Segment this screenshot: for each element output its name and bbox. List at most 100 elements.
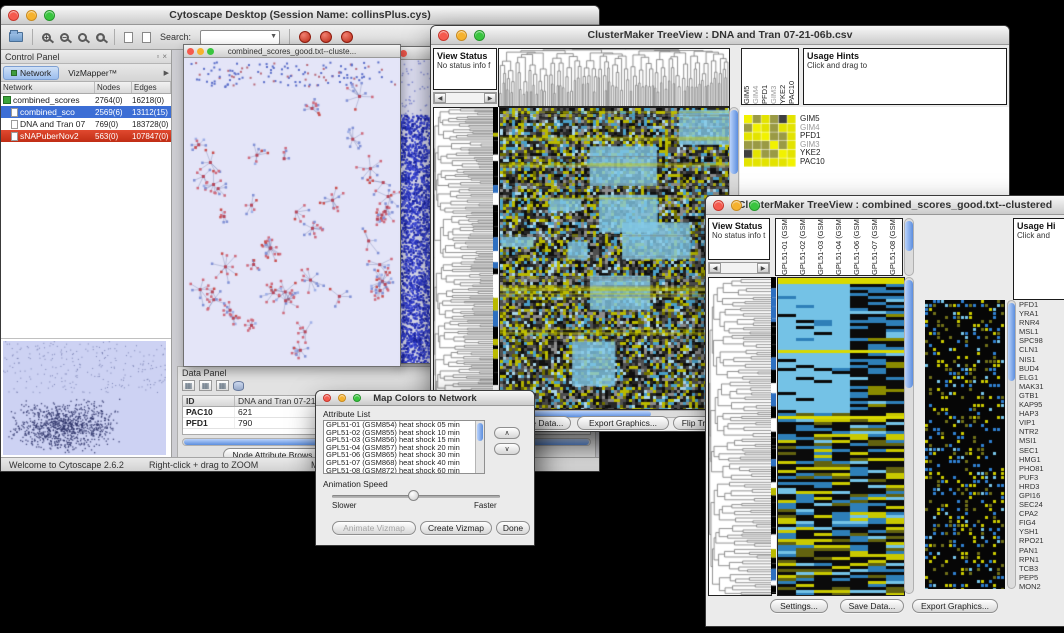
minimize-button[interactable] [731, 200, 742, 211]
attribute-grid-icon-2[interactable]: ▦ [199, 380, 212, 391]
tv1-leftdendro-canvas[interactable] [433, 107, 494, 410]
move-up-button[interactable]: ∧ [494, 427, 520, 439]
scroll-thumb[interactable] [905, 280, 913, 388]
scroll-thumb[interactable] [730, 110, 738, 174]
attribute-list-item[interactable]: GPL51-01 (GSM854) heat shock 05 min [324, 421, 484, 429]
tab-overflow-icon[interactable]: ▶ [164, 69, 169, 77]
zoom-button[interactable] [44, 10, 55, 21]
attribute-list-item[interactable]: GPL51-07 (GSM868) heat shock 40 min [324, 459, 484, 467]
tv2-rightheat-canvas[interactable] [925, 300, 1005, 589]
treeview-dna-titlebar[interactable]: ClusterMaker TreeView : DNA and Tran 07-… [431, 26, 1009, 45]
attribute-list-item[interactable]: GPL51-02 (GSM855) heat shock 10 min [324, 429, 484, 437]
zoom-in-icon[interactable]: + [42, 33, 51, 42]
scroll-track[interactable] [446, 93, 484, 103]
zoom-fit-icon[interactable] [78, 33, 87, 42]
dendro-scroll-strip[interactable]: ◀ ▶ [433, 92, 497, 104]
dropdown-icon[interactable]: ▼ [270, 33, 277, 40]
scroll-thumb[interactable] [1008, 303, 1015, 381]
close-button[interactable] [400, 50, 407, 57]
main-window-titlebar[interactable]: Cytoscape Desktop (Session Name: collins… [1, 6, 599, 25]
network-window-titlebar[interactable]: combined_scores_good.txt--cluste... [184, 45, 400, 58]
tv1-heatmap-canvas[interactable] [499, 107, 730, 410]
red-circle-icon-2[interactable] [320, 31, 332, 43]
dendro-scroll-strip[interactable]: ◀ ▶ [708, 262, 770, 274]
tv2-header-vscrollbar[interactable] [904, 218, 914, 276]
red-circle-icon-3[interactable] [341, 31, 353, 43]
scroll-thumb[interactable] [477, 423, 483, 441]
tv2-gene-list-item: HAP3 [1019, 409, 1064, 418]
minimize-button[interactable] [456, 30, 467, 41]
close-button[interactable] [713, 200, 724, 211]
close-button[interactable] [323, 394, 331, 402]
network-row-alert[interactable]: sNAPuberNov2 563(0) 107847(0) [1, 130, 171, 142]
usage-hints-title: Usage Hi [1017, 221, 1064, 231]
tv2-gene-list-item: MSI1 [1019, 436, 1064, 445]
tv1-matrix-canvas[interactable] [744, 115, 796, 167]
tab-vizmapper[interactable]: VizMapper™ [61, 67, 124, 79]
tab-network[interactable]: Network [3, 66, 59, 80]
tv2-right-vscrollbar[interactable] [1007, 300, 1016, 589]
tv1-topdendro-canvas[interactable] [498, 48, 730, 107]
faster-label: Faster [474, 501, 497, 510]
zoom-selected-icon[interactable]: □ [96, 33, 105, 42]
tv2-leftdendro-canvas[interactable] [708, 277, 772, 596]
attribute-list-scrollbar[interactable] [475, 421, 484, 473]
attribute-grid-icon-1[interactable]: ▦ [182, 380, 195, 391]
view-status-panel: View Status No status info t [708, 218, 770, 260]
animate-vizmap-button[interactable]: Animate Vizmap [332, 521, 416, 535]
tv1-column-labels-item: YKE2 [778, 49, 787, 104]
zoom-button[interactable] [353, 394, 361, 402]
open-session-icon[interactable] [9, 32, 23, 42]
export-graphics-button[interactable]: Export Graphics... [912, 599, 998, 613]
attribute-grid-icon-3[interactable]: ▦ [216, 380, 229, 391]
tv2-heatmap-canvas[interactable] [777, 277, 905, 596]
zoom-button[interactable] [474, 30, 485, 41]
treeview-combined-titlebar[interactable]: ClusterMaker TreeView : combined_scores_… [706, 196, 1064, 215]
database-icon[interactable] [233, 381, 244, 391]
network1-canvas[interactable] [184, 58, 400, 366]
scroll-right-icon[interactable]: ▶ [484, 93, 496, 103]
control-panel: Control Panel ▫ × Network VizMapper™ ▶ N… [1, 50, 172, 457]
tv1-column-labels-item: PAC10 [787, 49, 796, 104]
annotation-doc-icon[interactable] [124, 32, 133, 43]
attribute-list-item[interactable]: GPL51-08 (GSM872) heat shock 60 min [324, 467, 484, 474]
minimize-button[interactable] [338, 394, 346, 402]
create-vizmap-button[interactable]: Create Vizmap [420, 521, 492, 535]
search-input[interactable]: ▼ [200, 30, 280, 45]
scroll-left-icon[interactable]: ◀ [434, 93, 446, 103]
tv2-gene-list-item: NTR2 [1019, 427, 1064, 436]
settings-button[interactable]: Settings... [770, 599, 828, 613]
network-row[interactable]: DNA and Tran 07 769(0) 183728(0) [1, 118, 171, 130]
network-row[interactable]: combined_scores 2764(0) 16218(0) [1, 94, 171, 106]
zoom-out-icon[interactable]: − [60, 33, 69, 42]
scroll-thumb[interactable] [905, 221, 913, 251]
zoom-button[interactable] [207, 48, 214, 55]
zoom-button[interactable] [749, 200, 760, 211]
float-panel-icon[interactable]: ▫ [156, 52, 159, 62]
close-button[interactable] [8, 10, 19, 21]
close-button[interactable] [438, 30, 449, 41]
export-graphics-button[interactable]: Export Graphics... [577, 416, 669, 430]
move-down-button[interactable]: ∨ [494, 443, 520, 455]
close-panel-icon[interactable]: × [162, 52, 167, 62]
minimize-button[interactable] [26, 10, 37, 21]
close-button[interactable] [187, 48, 194, 55]
network-row-selected[interactable]: combined_sco 2569(6) 13112(15) [1, 106, 171, 118]
tv2-column-labels-item: GPL51-01 (GSM854 [776, 219, 794, 275]
tv2-gene-list-item: RPO21 [1019, 536, 1064, 545]
attribute-list-item[interactable]: GPL51-03 (GSM856) heat shock 15 min [324, 436, 484, 444]
scroll-track[interactable] [721, 263, 757, 273]
attribute-list-item[interactable]: GPL51-04 (GSM857) heat shock 20 min [324, 444, 484, 452]
minimize-button[interactable] [197, 48, 204, 55]
save-data-button[interactable]: Save Data... [840, 599, 904, 613]
red-circle-icon-1[interactable] [299, 31, 311, 43]
done-button[interactable]: Done [496, 521, 530, 535]
map-dialog-titlebar[interactable]: Map Colors to Network [316, 391, 534, 406]
tv2-vscrollbar[interactable] [904, 277, 914, 594]
scroll-left-icon[interactable]: ◀ [709, 263, 721, 273]
scroll-right-icon[interactable]: ▶ [757, 263, 769, 273]
annotation-doc-icon-2[interactable] [142, 32, 151, 43]
attribute-list-item[interactable]: GPL51-06 (GSM865) heat shock 30 min [324, 451, 484, 459]
slider-handle[interactable] [408, 490, 419, 501]
overview-canvas[interactable] [3, 341, 166, 455]
